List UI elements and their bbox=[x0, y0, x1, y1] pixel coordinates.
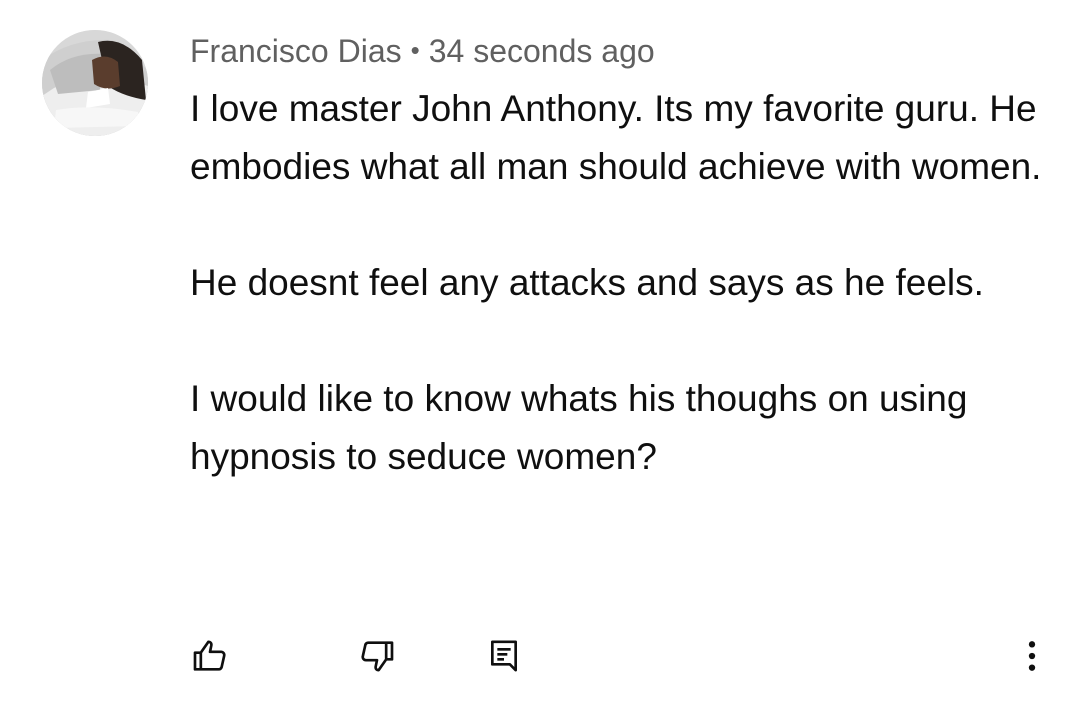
like-button[interactable] bbox=[184, 630, 236, 682]
more-vert-icon bbox=[1028, 641, 1036, 671]
meta-separator: • bbox=[410, 35, 420, 65]
comment-actions bbox=[0, 630, 1079, 690]
comment-card: Francisco Dias • 34 seconds ago I love mas… bbox=[0, 0, 1079, 704]
comment-body: I love master John Anthony. Its my favor… bbox=[190, 80, 1060, 486]
dislike-button[interactable] bbox=[351, 630, 403, 682]
reply-button[interactable] bbox=[478, 630, 530, 682]
comment-paragraph: He doesnt feel any attacks and says as h… bbox=[190, 262, 984, 303]
author-name[interactable]: Francisco Dias bbox=[190, 33, 402, 69]
comment-timestamp[interactable]: 34 seconds ago bbox=[429, 33, 655, 69]
thumb-down-icon bbox=[361, 641, 394, 672]
avatar[interactable] bbox=[42, 30, 148, 136]
comment-paragraph: I would like to know whats his thoughs o… bbox=[190, 378, 968, 477]
comment-meta: Francisco Dias • 34 seconds ago bbox=[190, 30, 655, 71]
reply-comment-icon bbox=[491, 640, 517, 672]
comment-paragraph: I love master John Anthony. Its my favor… bbox=[190, 88, 1042, 187]
thumb-up-icon bbox=[193, 640, 226, 671]
more-options-button[interactable] bbox=[1006, 630, 1058, 682]
avatar-image bbox=[42, 30, 148, 136]
